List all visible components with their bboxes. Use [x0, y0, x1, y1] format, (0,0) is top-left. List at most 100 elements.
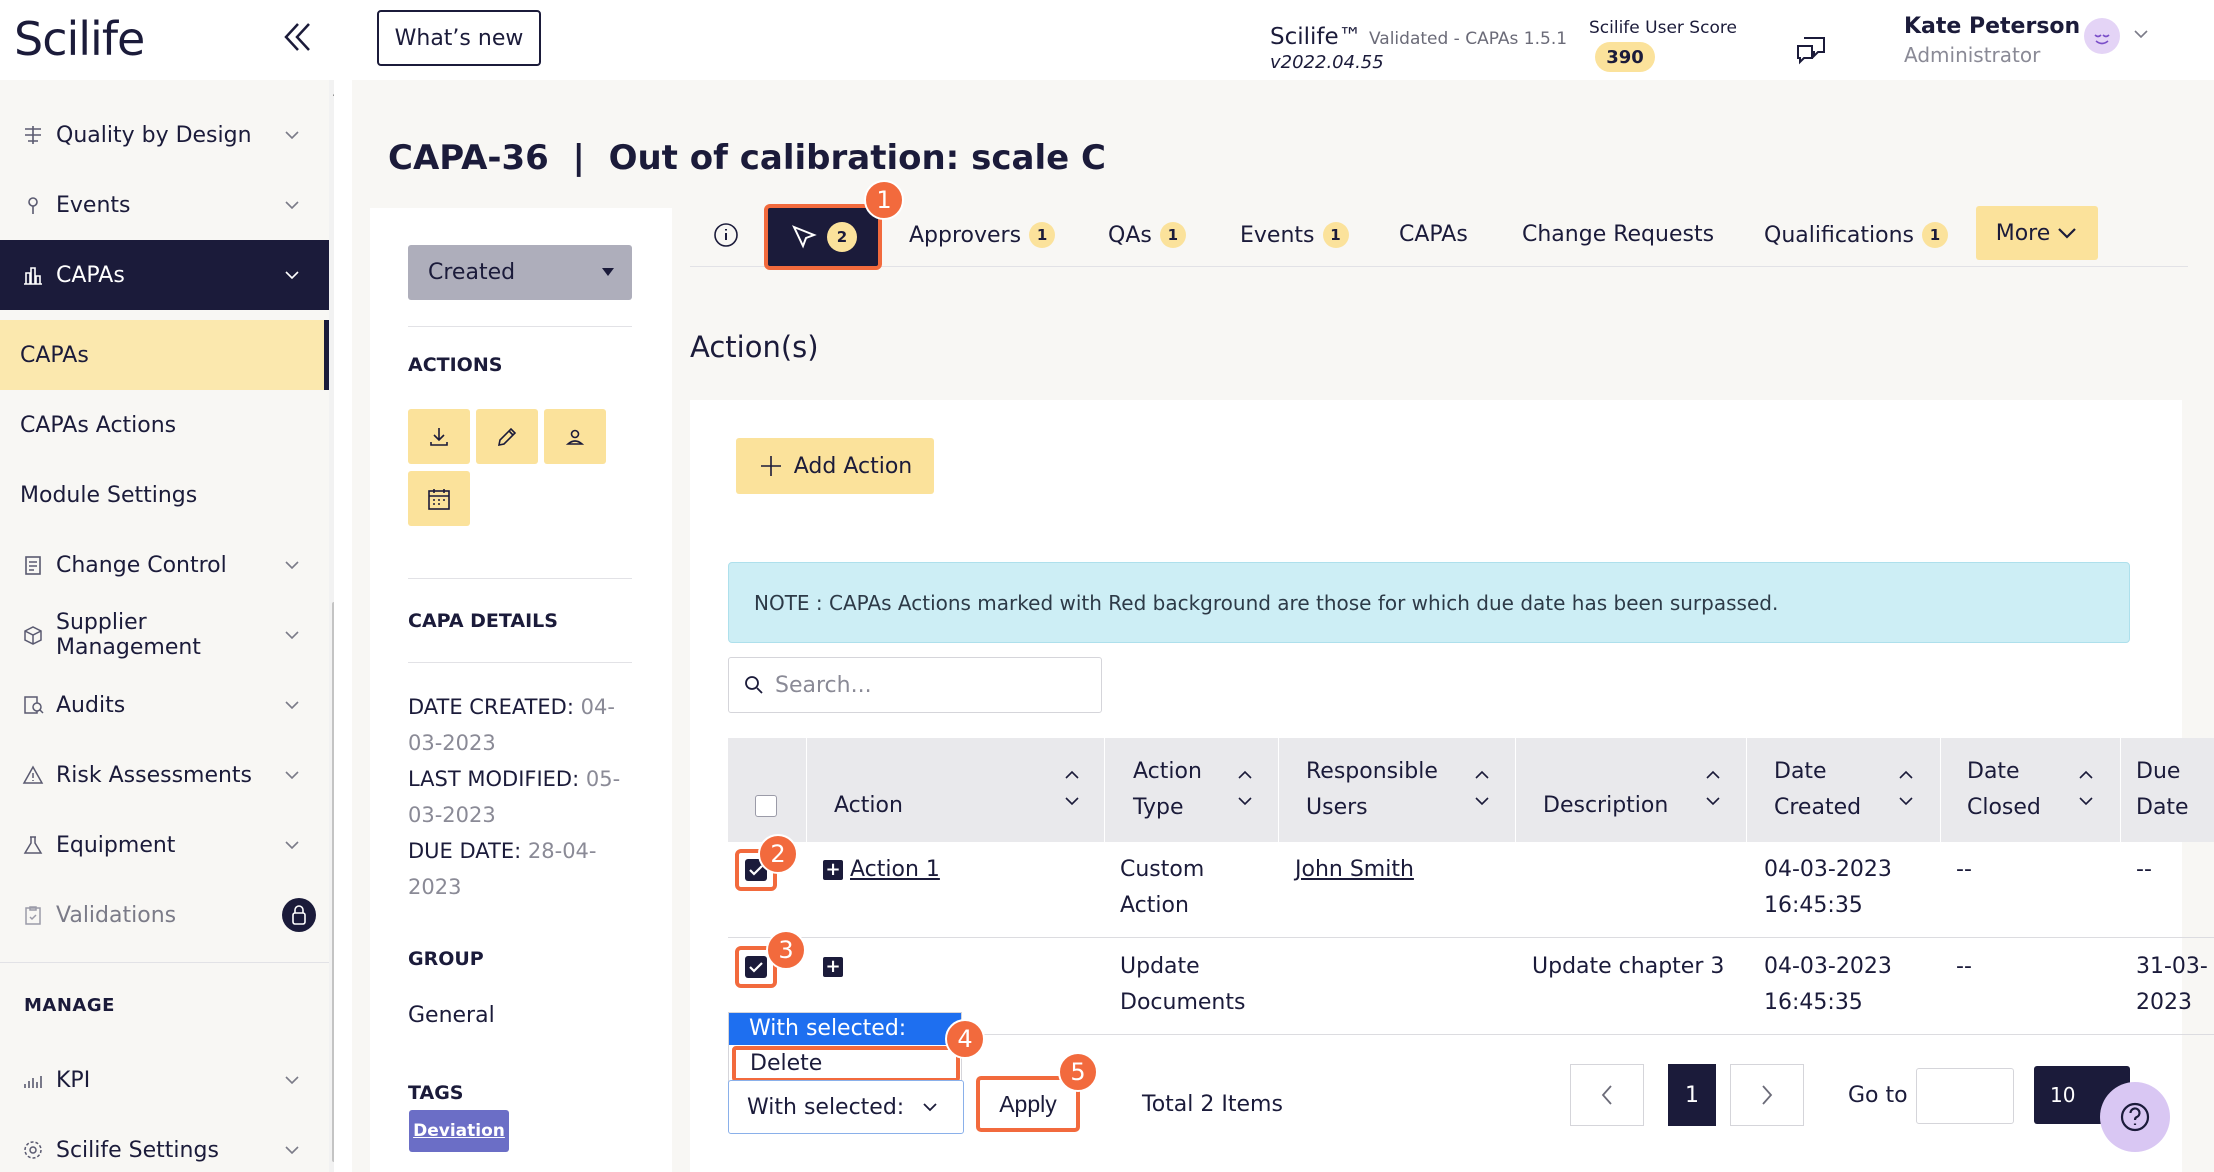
- tab-approvers[interactable]: Approvers 1: [909, 222, 1056, 248]
- tab-qualifications[interactable]: Qualifications 1: [1764, 222, 1949, 248]
- page-1-button[interactable]: 1: [1668, 1064, 1716, 1126]
- tab-change-requests[interactable]: Change Requests: [1522, 222, 1714, 247]
- pin-icon: [20, 192, 46, 218]
- info-note: NOTE : CAPAs Actions marked with Red bac…: [728, 562, 2130, 643]
- sort-icon[interactable]: [1898, 768, 1914, 808]
- sort-icon[interactable]: [1474, 768, 1490, 808]
- option-delete[interactable]: Delete: [732, 1046, 960, 1082]
- tab-label: Change Requests: [1522, 222, 1715, 247]
- chevron-down-icon: [285, 201, 305, 209]
- annotation-marker: 2: [758, 834, 798, 874]
- scroll-up-icon[interactable]: ▲: [333, 82, 334, 98]
- tag-deviation[interactable]: Deviation: [409, 1110, 509, 1152]
- download-button[interactable]: [408, 409, 470, 464]
- sidebar-item-capas[interactable]: CAPAs: [0, 240, 329, 310]
- gear-icon: [20, 1137, 46, 1163]
- bulk-action-select[interactable]: With selected:: [728, 1080, 964, 1134]
- sidebar-item-events[interactable]: Events: [0, 170, 329, 240]
- tab-actions[interactable]: 2: [764, 204, 882, 270]
- next-page-button[interactable]: [1730, 1064, 1804, 1126]
- header-separator: [806, 738, 807, 842]
- chat-icon[interactable]: [1794, 34, 1828, 66]
- chevron-down-icon[interactable]: [2134, 30, 2150, 38]
- sidebar-item-validations[interactable]: Validations: [0, 880, 329, 950]
- prev-page-button[interactable]: [1570, 1064, 1644, 1126]
- sidebar-item-label: Scilife Settings: [56, 1137, 219, 1163]
- chevron-down-icon: [285, 1146, 305, 1154]
- annotation-marker: 3: [766, 930, 806, 970]
- user-role: Administrator: [1904, 43, 2041, 67]
- calendar-button[interactable]: [408, 471, 470, 526]
- whats-new-button[interactable]: What’s new: [377, 10, 541, 66]
- app-name-text: Scilife™: [1270, 24, 1362, 50]
- header-due-date[interactable]: Due Date: [2136, 738, 2196, 842]
- go-to-input[interactable]: [1916, 1068, 2014, 1124]
- sidebar-item-change-control[interactable]: Change Control: [0, 530, 329, 600]
- sort-icon[interactable]: [2078, 768, 2094, 808]
- select-all-checkbox[interactable]: [755, 795, 777, 817]
- action-link[interactable]: Action 1: [850, 852, 940, 888]
- tab-more[interactable]: More: [1976, 206, 2098, 260]
- sidebar-subitem-capas-actions[interactable]: CAPAs Actions: [0, 390, 326, 460]
- due-date-cell: --: [2136, 857, 2152, 882]
- sidebar-item-scilife-settings[interactable]: Scilife Settings: [0, 1115, 329, 1172]
- sidebar-item-label: Change Control: [56, 552, 227, 578]
- option-with-selected[interactable]: With selected:: [729, 1013, 961, 1045]
- sidebar-scrollbar-thumb[interactable]: [332, 602, 334, 1162]
- add-action-button[interactable]: Add Action: [736, 438, 934, 494]
- divider: [408, 578, 632, 579]
- sidebar-item-label: Equipment: [56, 832, 176, 858]
- tab-capas[interactable]: CAPAs: [1399, 222, 1468, 247]
- search-input[interactable]: Search...: [728, 657, 1102, 713]
- tab-label: Approvers: [909, 222, 1022, 248]
- responsible-user-link[interactable]: John Smith: [1295, 852, 1414, 888]
- header-date-created[interactable]: Date Created: [1774, 738, 1884, 842]
- help-button[interactable]: [2100, 1082, 2170, 1152]
- assign-user-button[interactable]: [544, 409, 606, 464]
- question-icon: [2120, 1102, 2150, 1132]
- sort-icon[interactable]: [1064, 768, 1080, 808]
- tab-qas[interactable]: QAs 1: [1108, 222, 1186, 248]
- sidebar-item-label: KPI: [56, 1067, 91, 1093]
- sidebar-item-risk-assessments[interactable]: Risk Assessments: [0, 740, 329, 810]
- sidebar-item-supplier-management[interactable]: Supplier Management: [0, 600, 329, 670]
- header-action-type[interactable]: Action Type: [1133, 738, 1233, 842]
- app-validated: Validated - CAPAs 1.5.1: [1368, 29, 1568, 49]
- date-created-cell: 04-03-2023 16:45:35: [1764, 954, 1892, 1015]
- header-action[interactable]: Action: [834, 770, 903, 842]
- sidebar-item-label: Events: [56, 192, 131, 218]
- change-icon: [20, 552, 46, 578]
- edit-button[interactable]: [476, 409, 538, 464]
- group-heading: GROUP: [408, 948, 484, 970]
- date-created-cell: 04-03-2023 16:45:35: [1764, 857, 1892, 918]
- header-description[interactable]: Description: [1543, 770, 1668, 842]
- audit-icon: [20, 692, 46, 718]
- status-dropdown[interactable]: Created: [408, 245, 632, 300]
- avatar[interactable]: [2084, 18, 2120, 54]
- due-date-cell: 31-03-2023: [2136, 954, 2208, 1015]
- sidebar-item-equipment[interactable]: Equipment: [0, 810, 329, 880]
- sidebar-item-quality-by-design[interactable]: Quality by Design: [0, 100, 329, 170]
- expand-row-icon[interactable]: +: [823, 860, 843, 880]
- expand-row-icon[interactable]: +: [823, 957, 843, 977]
- go-to-label: Go to: [1848, 1083, 1908, 1108]
- info-icon[interactable]: [713, 222, 739, 248]
- group-value: General: [408, 1003, 495, 1028]
- capa-details-heading: CAPA DETAILS: [408, 610, 558, 632]
- tab-events[interactable]: Events 1: [1240, 222, 1349, 248]
- header-date-closed[interactable]: Date Closed: [1967, 738, 2057, 842]
- plus-icon: [760, 456, 781, 476]
- header-responsible-users[interactable]: Responsible Users: [1306, 738, 1456, 842]
- sidebar-item-kpi[interactable]: KPI: [0, 1045, 329, 1115]
- sort-icon[interactable]: [1237, 768, 1253, 808]
- collapse-sidebar-icon[interactable]: [282, 20, 312, 54]
- chevron-down-icon: [923, 1103, 937, 1112]
- chevron-down-icon: [2058, 228, 2077, 239]
- sidebar-subitem-module-settings[interactable]: Module Settings: [0, 460, 326, 530]
- app-version: v2022.04.55: [1270, 52, 1384, 73]
- sidebar-subitem-capas[interactable]: CAPAs: [0, 320, 329, 390]
- sidebar-item-audits[interactable]: Audits: [0, 670, 329, 740]
- chevron-down-icon: [285, 701, 305, 709]
- sort-icon[interactable]: [1705, 768, 1721, 808]
- sidebar-item-label: Risk Assessments: [56, 762, 253, 788]
